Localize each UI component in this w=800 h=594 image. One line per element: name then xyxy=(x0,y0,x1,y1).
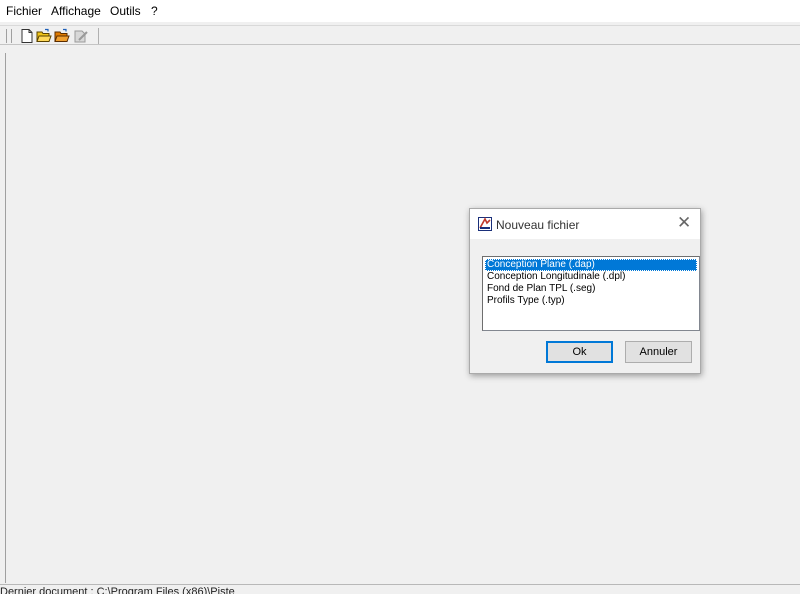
dialog-titlebar[interactable]: Nouveau fichier ✕ xyxy=(470,209,700,239)
list-item[interactable]: Profils Type (.typ) xyxy=(485,295,697,307)
new-file-icon[interactable] xyxy=(19,28,35,44)
status-text: Dernier document : C:\Program Files (x86… xyxy=(0,586,235,594)
disabled-tool-icon[interactable] xyxy=(73,28,89,44)
menu-fichier[interactable]: Fichier xyxy=(6,4,42,18)
toolbar-separator xyxy=(98,28,99,44)
cancel-button[interactable]: Annuler xyxy=(625,341,692,363)
menu-outils[interactable]: Outils xyxy=(110,4,141,18)
ok-button[interactable]: Ok xyxy=(546,341,613,363)
open-recent-icon[interactable] xyxy=(54,28,70,44)
app-icon xyxy=(478,217,492,231)
toolbar-grip[interactable] xyxy=(6,29,12,43)
menu-bar: Fichier Affichage Outils ? xyxy=(0,0,800,22)
dialog-title: Nouveau fichier xyxy=(496,218,580,232)
menu-affichage[interactable]: Affichage xyxy=(51,4,101,18)
open-folder-icon[interactable] xyxy=(36,28,52,44)
menu-help[interactable]: ? xyxy=(151,4,158,18)
list-item[interactable]: Conception Plane (.dap) xyxy=(485,259,697,271)
toolbar xyxy=(0,25,800,45)
list-item[interactable]: Fond de Plan TPL (.seg) xyxy=(485,283,697,295)
close-icon[interactable]: ✕ xyxy=(677,214,691,231)
status-bar: Dernier document : C:\Program Files (x86… xyxy=(0,584,800,594)
list-item[interactable]: Conception Longitudinale (.dpl) xyxy=(485,271,697,283)
file-type-list[interactable]: Conception Plane (.dap) Conception Longi… xyxy=(482,256,700,331)
new-file-dialog: Nouveau fichier ✕ Conception Plane (.dap… xyxy=(469,208,701,374)
